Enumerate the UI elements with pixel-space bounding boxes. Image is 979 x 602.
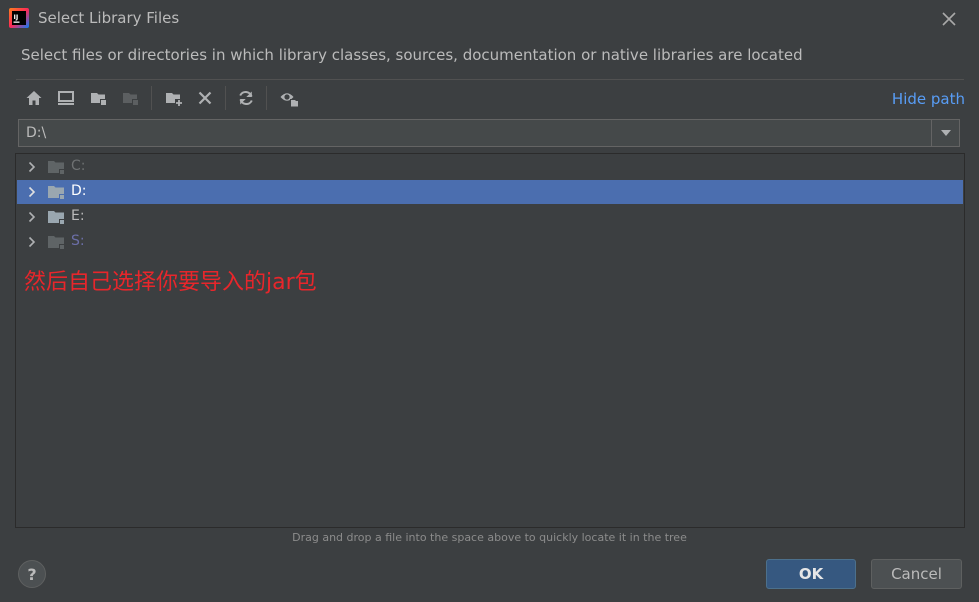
refresh-button[interactable] xyxy=(234,86,258,110)
svg-text:IJ: IJ xyxy=(14,13,19,21)
chevron-right-icon[interactable] xyxy=(25,160,39,174)
tree-item-label: E: xyxy=(71,208,85,224)
divider xyxy=(16,79,964,80)
hide-path-link[interactable]: Hide path xyxy=(892,90,965,108)
toolbar-separator xyxy=(225,86,226,110)
tree-item-label: S: xyxy=(71,233,85,249)
drive-folder-icon xyxy=(48,211,65,225)
path-input[interactable] xyxy=(19,120,932,146)
file-chooser-toolbar xyxy=(16,84,964,112)
path-dropdown-button[interactable] xyxy=(931,120,959,146)
show-hidden-files-button[interactable] xyxy=(277,86,301,110)
new-folder-button[interactable] xyxy=(162,86,186,110)
drive-folder-icon xyxy=(48,236,65,250)
chevron-right-icon[interactable] xyxy=(25,235,39,249)
delete-button[interactable] xyxy=(193,86,217,110)
desktop-icon xyxy=(58,91,74,105)
module-folder-icon xyxy=(123,93,139,106)
home-icon xyxy=(26,91,42,105)
chevron-right-icon[interactable] xyxy=(25,210,39,224)
home-button[interactable] xyxy=(22,86,46,110)
dialog-description: Select files or directories in which lib… xyxy=(21,46,803,64)
dialog-title: Select Library Files xyxy=(38,9,180,27)
tree-row[interactable]: E: xyxy=(17,205,963,229)
intellij-idea-icon: IJ xyxy=(9,8,29,28)
tree-item-label: D: xyxy=(71,183,87,199)
delete-icon xyxy=(198,91,212,105)
select-library-files-dialog: IJ Select Library Files Select files or … xyxy=(0,0,979,602)
title-bar: IJ Select Library Files xyxy=(0,0,979,36)
chevron-down-icon xyxy=(940,130,951,136)
tree-row[interactable]: C: xyxy=(17,155,963,179)
chevron-right-icon[interactable] xyxy=(25,185,39,199)
drive-folder-icon xyxy=(48,186,65,200)
tree-item-label: C: xyxy=(71,158,86,174)
refresh-icon xyxy=(239,90,253,106)
file-tree[interactable]: C: D: E: S: xyxy=(15,153,965,528)
show-hidden-icon xyxy=(280,93,299,107)
toolbar-separator xyxy=(151,86,152,110)
drive-folder-icon xyxy=(48,161,65,175)
close-icon[interactable] xyxy=(938,8,960,30)
project-folder-button[interactable] xyxy=(87,86,111,110)
toolbar-separator xyxy=(266,86,267,110)
tree-row[interactable]: D: xyxy=(17,180,963,204)
path-combobox[interactable] xyxy=(18,119,960,147)
ok-button[interactable]: OK xyxy=(766,559,856,589)
new-folder-icon xyxy=(166,93,183,107)
annotation-text: 然后自己选择你要导入的jar包 xyxy=(24,270,317,295)
help-button[interactable]: ? xyxy=(18,560,46,588)
drag-drop-hint: Drag and drop a file into the space abov… xyxy=(292,531,687,544)
desktop-button[interactable] xyxy=(54,86,78,110)
project-folder-icon xyxy=(91,93,107,106)
cancel-button[interactable]: Cancel xyxy=(871,559,962,589)
tree-row[interactable]: S: xyxy=(17,230,963,254)
module-folder-button[interactable] xyxy=(119,86,143,110)
